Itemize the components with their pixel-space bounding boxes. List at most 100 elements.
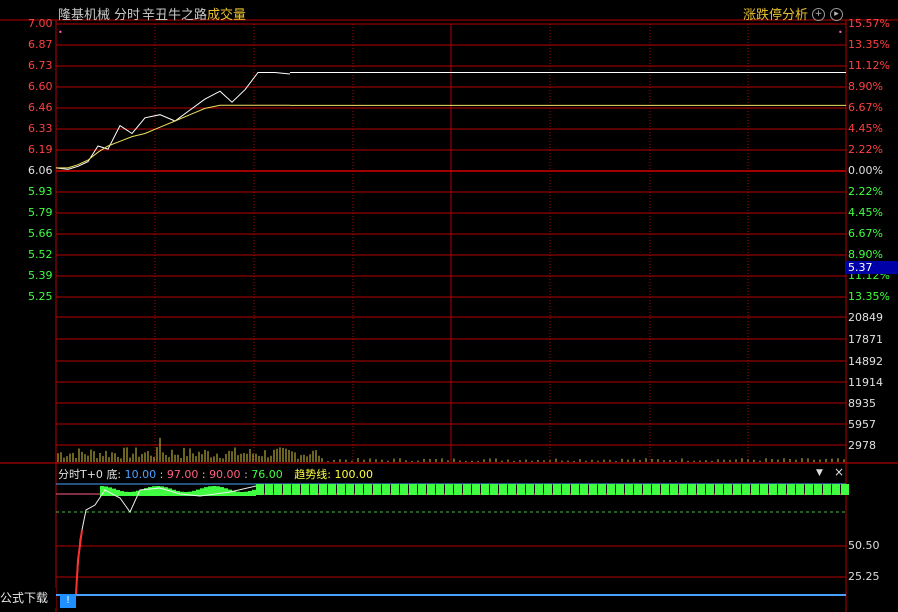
volume-label-right: 11914 bbox=[848, 376, 883, 389]
close-icon[interactable]: × bbox=[834, 465, 844, 479]
price-label-left: 6.33 bbox=[28, 122, 53, 135]
volume-label[interactable]: 成交量 bbox=[207, 4, 246, 23]
indicator-bar bbox=[589, 484, 597, 495]
indicator-bar bbox=[499, 484, 507, 495]
indicator-bar bbox=[220, 487, 224, 496]
indicator-bar bbox=[168, 488, 172, 496]
indicator-bar bbox=[454, 484, 462, 495]
trend-line-label: 趋势线: bbox=[294, 468, 331, 481]
indicator-bar bbox=[373, 484, 381, 495]
indicator-bar bbox=[553, 484, 561, 495]
indicator-bar bbox=[148, 486, 152, 496]
price-label-left: 6.06 bbox=[28, 164, 53, 177]
indicator-name-label[interactable]: 辛丑牛之路 bbox=[142, 4, 207, 23]
dropdown-icon[interactable]: ▼ bbox=[816, 468, 823, 478]
indicator-bar bbox=[490, 484, 498, 495]
indicator-bar bbox=[805, 484, 813, 495]
indicator-bar bbox=[240, 491, 244, 496]
price-label-left: 5.39 bbox=[28, 269, 53, 282]
indicator-bar bbox=[120, 491, 124, 496]
view-mode-label[interactable]: 分时 bbox=[114, 4, 140, 23]
indicator-bar bbox=[391, 484, 399, 495]
indicator-bar bbox=[787, 484, 795, 495]
expand-icon[interactable]: ▸ bbox=[830, 8, 843, 21]
indicator-bar bbox=[445, 484, 453, 495]
indicator-bar bbox=[625, 484, 633, 495]
indicator-bar bbox=[463, 484, 471, 495]
indicator-bar bbox=[760, 484, 768, 495]
price-label-left: 5.25 bbox=[28, 290, 53, 303]
indicator-bar bbox=[274, 484, 282, 495]
indicator-bar bbox=[544, 484, 552, 495]
average-line bbox=[56, 104, 290, 169]
percent-label-right: 11.12% bbox=[848, 59, 890, 72]
formula-download-button[interactable]: 公式下载 bbox=[0, 588, 56, 608]
indicator-bar bbox=[823, 484, 831, 495]
indicator-bottom-label: 底: bbox=[106, 468, 122, 481]
indicator-bar bbox=[742, 484, 750, 495]
indicator-bar bbox=[216, 486, 220, 496]
volume-label-right: 17871 bbox=[848, 333, 883, 346]
percent-label-right: 8.90% bbox=[848, 80, 883, 93]
indicator-bar bbox=[697, 484, 705, 495]
volume-label-right: 14892 bbox=[848, 355, 883, 368]
price-label-left: 5.66 bbox=[28, 227, 53, 240]
indicator-bar bbox=[706, 484, 714, 495]
indicator-bar bbox=[244, 491, 248, 496]
indicator-bar bbox=[409, 484, 417, 495]
indicator-bar bbox=[418, 484, 426, 495]
indicator-bar bbox=[814, 484, 822, 495]
percent-label-right: 0.00% bbox=[848, 164, 883, 177]
marker-dot: • bbox=[58, 28, 63, 37]
indicator-axis-label-1: 50.50 bbox=[848, 539, 880, 552]
percent-label-right: 15.57% bbox=[848, 17, 890, 30]
price-label-left: 6.73 bbox=[28, 59, 53, 72]
indicator-bar bbox=[796, 484, 804, 495]
indicator-bar bbox=[733, 484, 741, 495]
limit-analysis-button[interactable]: 涨跌停分析 bbox=[743, 4, 808, 23]
indicator-bar bbox=[535, 484, 543, 495]
indicator-bar bbox=[256, 484, 264, 495]
indicator-value-4: 76.00 bbox=[251, 468, 283, 481]
indicator-bar bbox=[200, 488, 204, 496]
indicator-bar bbox=[364, 484, 372, 495]
indicator-bar bbox=[400, 484, 408, 495]
indicator-value-2: 97.00 bbox=[166, 468, 199, 481]
indicator-title[interactable]: 分时T+0 bbox=[58, 468, 103, 481]
indicator-bar bbox=[778, 484, 786, 495]
indicator-bar bbox=[688, 484, 696, 495]
indicator-bar bbox=[598, 484, 606, 495]
indicator-bar bbox=[652, 484, 660, 495]
indicator-bar bbox=[481, 484, 489, 495]
indicator-bar bbox=[310, 484, 318, 495]
indicator-bar bbox=[670, 484, 678, 495]
percent-label-right: 2.22% bbox=[848, 143, 883, 156]
indicator-bar bbox=[832, 484, 840, 495]
price-label-left: 5.52 bbox=[28, 248, 53, 261]
indicator-axis-label-2: 25.25 bbox=[848, 570, 880, 583]
cursor-price-tag: 5.37 bbox=[846, 261, 898, 274]
settings-icon[interactable]: + bbox=[812, 8, 825, 21]
trend-line-value: 100.00 bbox=[334, 468, 373, 481]
indicator-bar bbox=[715, 484, 723, 495]
indicator-bar bbox=[152, 486, 156, 496]
scroll-handle[interactable]: ! bbox=[60, 594, 76, 608]
indicator-bar bbox=[124, 491, 128, 496]
indicator-bar bbox=[679, 484, 687, 495]
volume-label-right: 2978 bbox=[848, 439, 876, 452]
indicator-bar bbox=[156, 486, 160, 496]
indicator-bar bbox=[355, 484, 363, 495]
indicator-bar bbox=[236, 491, 240, 496]
indicator-bar bbox=[517, 484, 525, 495]
indicator-bar bbox=[508, 484, 516, 495]
indicator-bar bbox=[562, 484, 570, 495]
indicator-header: 分时T+0 底: 10.00 : 97.00 : 90.00 : 76.00 趋… bbox=[58, 468, 373, 481]
indicator-bar bbox=[607, 484, 615, 495]
price-label-left: 6.46 bbox=[28, 101, 53, 114]
indicator-bar bbox=[319, 484, 327, 495]
indicator-bar bbox=[116, 489, 120, 496]
price-label-left: 7.00 bbox=[28, 17, 53, 30]
intraday-chart[interactable]: • • bbox=[0, 0, 898, 612]
percent-label-right: 4.45% bbox=[848, 206, 883, 219]
price-label-left: 6.19 bbox=[28, 143, 53, 156]
